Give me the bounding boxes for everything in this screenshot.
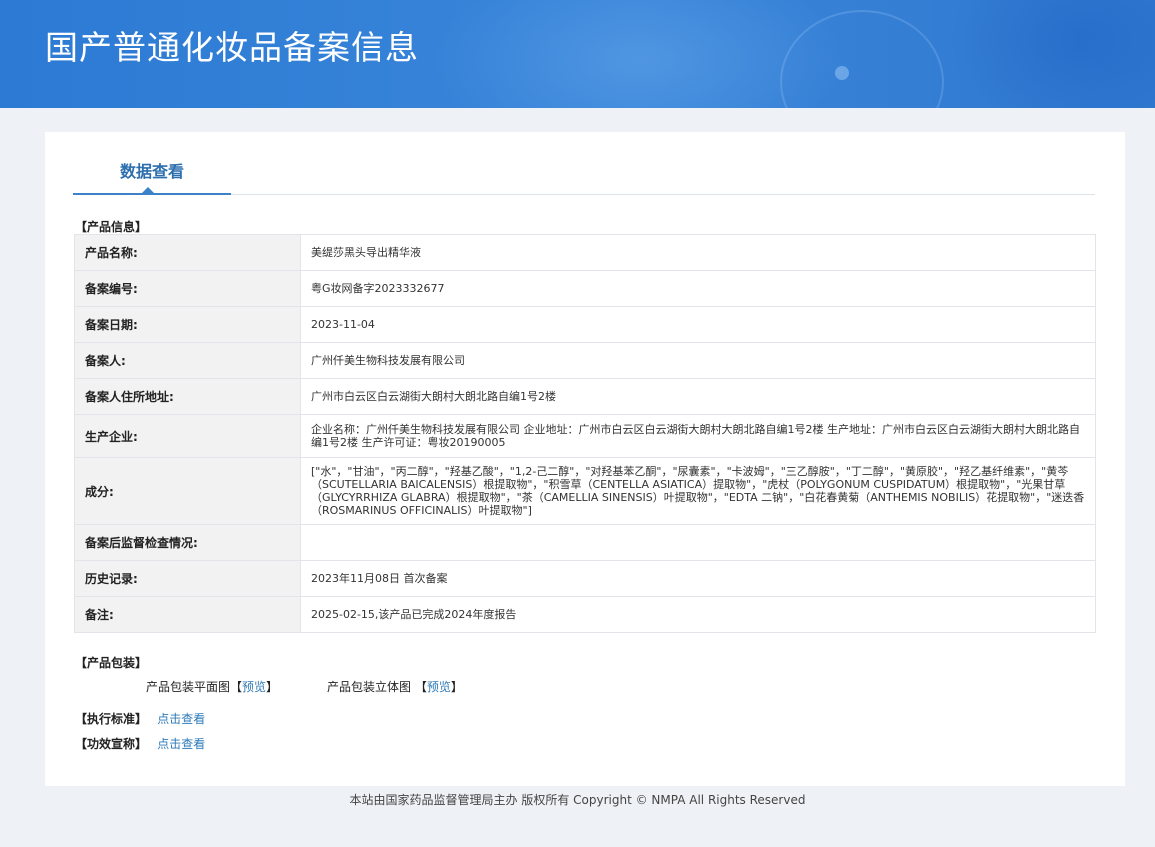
table-row: 备案编号: 粤G妆网备字2023332677 [74, 270, 1096, 307]
table-row: 备案人住所地址: 广州市白云区白云湖街大朗村大朗北路自编1号2楼 [74, 378, 1096, 415]
row-label: 生产企业: [74, 414, 301, 458]
row-value: 粤G妆网备字2023332677 [300, 270, 1096, 307]
row-value: 企业名称：广州仟美生物科技发展有限公司 企业地址：广州市白云区白云湖街大朗村大朗… [300, 414, 1096, 458]
packaging-stereo-label: 产品包装立体图 [327, 680, 412, 694]
packaging-stereo-preview-link[interactable]: 预览 [427, 680, 451, 694]
standard-heading: 【执行标准】 [75, 712, 148, 726]
row-value: 美缇莎黑头导出精华液 [300, 234, 1096, 271]
bracket-open: 【 [230, 680, 243, 694]
bracket-open: 【 [414, 680, 427, 694]
packaging-heading: 【产品包装】 [75, 656, 148, 670]
table-row: 产品名称: 美缇莎黑头导出精华液 [74, 234, 1096, 271]
standard-row: 【执行标准】 点击查看 [75, 710, 205, 727]
page-title: 国产普通化妆品备案信息 [45, 28, 419, 67]
table-row: 备案后监督检查情况: [74, 524, 1096, 561]
bracket-close: 】 [450, 680, 463, 694]
row-label: 备案人: [74, 342, 301, 379]
row-label: 产品名称: [74, 234, 301, 271]
table-row: 备案日期: 2023-11-04 [74, 306, 1096, 343]
packaging-flat-label: 产品包装平面图 [146, 680, 231, 694]
row-label: 备案人住所地址: [74, 378, 301, 415]
row-value: 广州仟美生物科技发展有限公司 [300, 342, 1096, 379]
tab-caret-icon [142, 187, 154, 193]
table-row: 备案人: 广州仟美生物科技发展有限公司 [74, 342, 1096, 379]
table-row: 生产企业: 企业名称：广州仟美生物科技发展有限公司 企业地址：广州市白云区白云湖… [74, 414, 1096, 458]
row-value: 广州市白云区白云湖街大朗村大朗北路自编1号2楼 [300, 378, 1096, 415]
efficacy-view-link[interactable]: 点击查看 [157, 737, 205, 751]
row-value [300, 524, 1096, 561]
row-label: 备注: [74, 596, 301, 633]
product-info-table: 产品名称: 美缇莎黑头导出精华液 备案编号: 粤G妆网备字2023332677 … [74, 234, 1096, 633]
row-value: 2023年11月08日 首次备案 [300, 560, 1096, 597]
header-banner: 国产普通化妆品备案信息 [0, 0, 1155, 108]
row-label: 成分: [74, 457, 301, 525]
row-label: 备案后监督检查情况: [74, 524, 301, 561]
banner-decoration [835, 66, 849, 80]
efficacy-row: 【功效宣称】 点击查看 [75, 735, 205, 752]
row-value: 2025-02-15,该产品已完成2024年度报告 [300, 596, 1096, 633]
packaging-flat-preview-link[interactable]: 预览 [242, 680, 266, 694]
packaging-stereo-item: 产品包装立体图 【预览】 [327, 678, 463, 695]
bracket-close: 】 [266, 680, 279, 694]
table-row: 历史记录: 2023年11月08日 首次备案 [74, 560, 1096, 597]
tab-active-indicator [73, 193, 231, 195]
table-row: 成分: ["水"，"甘油"，"丙二醇"，"羟基乙酸"，"1,2-己二醇"，"对羟… [74, 457, 1096, 525]
standard-view-link[interactable]: 点击查看 [157, 712, 205, 726]
row-label: 备案日期: [74, 306, 301, 343]
row-value: ["水"，"甘油"，"丙二醇"，"羟基乙酸"，"1,2-己二醇"，"对羟基苯乙酮… [300, 457, 1096, 525]
banner-decoration [950, 0, 1155, 108]
content-card: 数据查看 【产品信息】 产品名称: 美缇莎黑头导出精华液 备案编号: 粤G妆网备… [45, 132, 1125, 786]
efficacy-heading: 【功效宣称】 [75, 737, 148, 751]
row-value: 2023-11-04 [300, 306, 1096, 343]
product-info-heading: 【产品信息】 [75, 220, 148, 234]
packaging-flat-item: 产品包装平面图【预览】 [146, 678, 278, 695]
footer-copyright: 本站由国家药品监督管理局主办 版权所有 Copyright © NMPA All… [349, 793, 806, 807]
row-label: 备案编号: [74, 270, 301, 307]
row-label: 历史记录: [74, 560, 301, 597]
table-row: 备注: 2025-02-15,该产品已完成2024年度报告 [74, 596, 1096, 633]
